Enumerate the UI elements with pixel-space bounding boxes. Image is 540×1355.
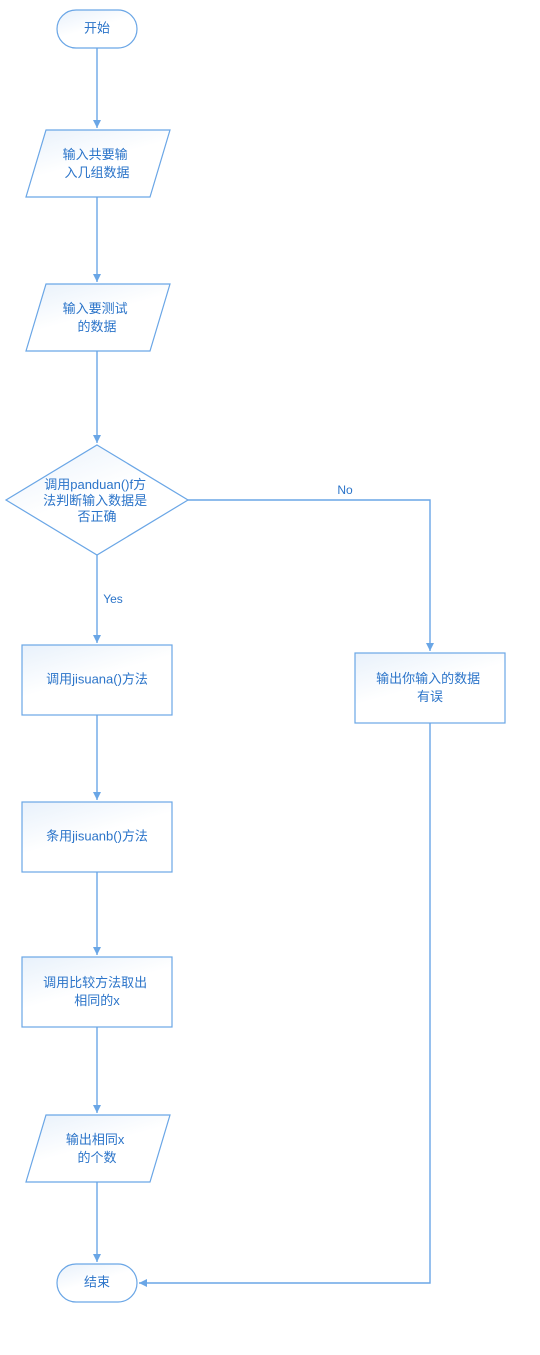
node-p1: 调用jisuana()方法 [22,645,172,715]
node-p3: 调用比较方法取出 相同的x [22,957,172,1027]
node-p2-label: 条用jisuanb()方法 [46,828,148,843]
node-p1-label: 调用jisuana()方法 [46,671,148,686]
edge-label-yes: Yes [103,592,123,606]
edge-label-no: No [337,483,353,497]
edge-dec-no [188,500,430,651]
node-input-count: 输入共要输 入几组数据 [26,130,170,197]
node-output: 输出相同x 的个数 [26,1115,170,1182]
flowchart-canvas: 开始 输入共要输 入几组数据 输入要测试 的数据 调用panduan()f方 法… [0,0,540,1355]
node-error: 输出你输入的数据 有误 [355,653,505,723]
node-decision: 调用panduan()f方 法判断输入数据是 否正确 [6,445,188,555]
node-end-label: 结束 [84,1274,110,1289]
node-end: 结束 [57,1264,137,1302]
node-p2: 条用jisuanb()方法 [22,802,172,872]
node-start-label: 开始 [84,20,110,35]
edge-err-to-end [139,723,430,1283]
node-start: 开始 [57,10,137,48]
node-input-data: 输入要测试 的数据 [26,284,170,351]
